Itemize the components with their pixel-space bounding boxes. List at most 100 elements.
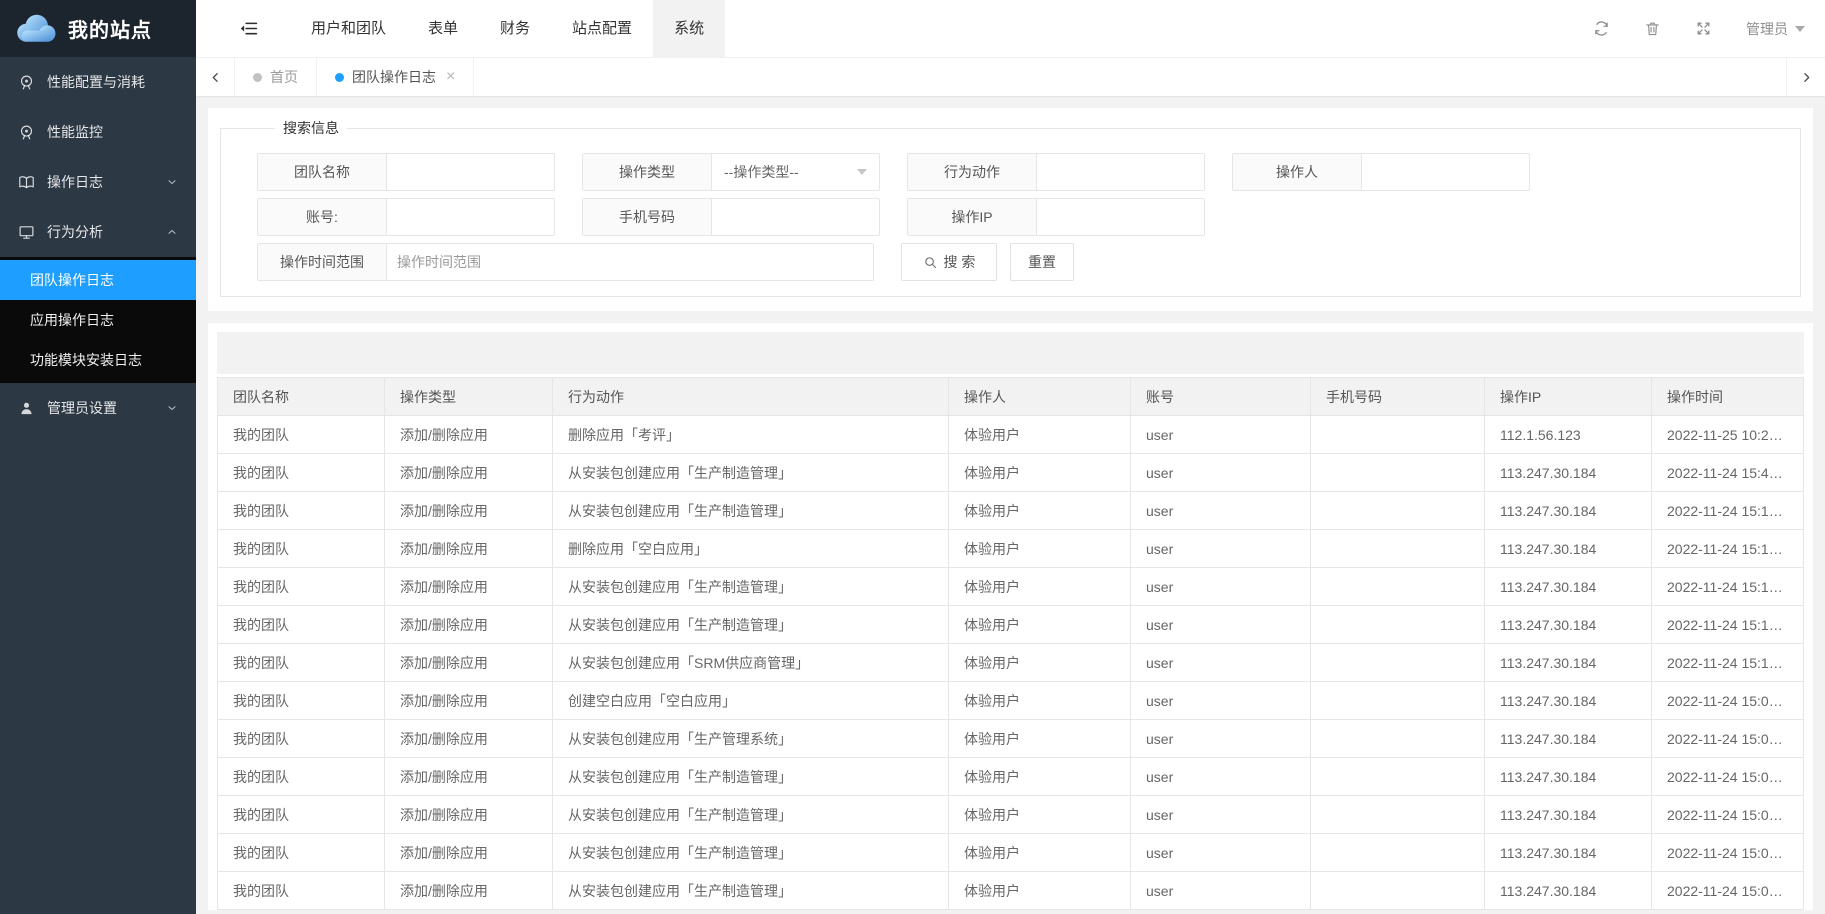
table-cell: 113.247.30.184 <box>1485 796 1652 834</box>
table-row: 我的团队添加/删除应用从安装包创建应用「生产制造管理」体验用户user113.2… <box>218 454 1804 492</box>
column-header: 行为动作 <box>553 378 949 416</box>
table-cell: 从安装包创建应用「生产制造管理」 <box>553 834 949 872</box>
topnav-item-system[interactable]: 系统 <box>653 0 725 57</box>
column-header: 操作时间 <box>1652 378 1804 416</box>
topnav-item-site-config[interactable]: 站点配置 <box>551 0 653 57</box>
table-cell: 113.247.30.184 <box>1485 492 1652 530</box>
table-row: 我的团队添加/删除应用创建空白应用「空白应用」体验用户user113.247.3… <box>218 682 1804 720</box>
chevron-down-icon <box>166 176 178 188</box>
sidebar-item-label: 管理员设置 <box>47 398 117 418</box>
table-cell: 我的团队 <box>218 872 385 910</box>
tab-team-operation-log[interactable]: 团队操作日志× <box>317 58 474 96</box>
account-input[interactable] <box>387 199 554 235</box>
table-cell: 添加/删除应用 <box>385 720 553 758</box>
table-cell: 113.247.30.184 <box>1485 872 1652 910</box>
log-table: 团队名称操作类型行为动作操作人账号手机号码操作IP操作时间 我的团队添加/删除应… <box>217 377 1804 910</box>
table-cell: user <box>1131 454 1311 492</box>
table-cell <box>1311 644 1485 682</box>
table-cell <box>1311 492 1485 530</box>
table-cell: 113.247.30.184 <box>1485 720 1652 758</box>
table-row: 我的团队添加/删除应用从安装包创建应用「生产制造管理」体验用户user113.2… <box>218 492 1804 530</box>
topnav-item-forms[interactable]: 表单 <box>407 0 479 57</box>
tab-close-icon[interactable]: × <box>446 69 455 85</box>
field-label-phone: 手机号码 <box>583 199 712 235</box>
table-cell: 112.1.56.123 <box>1485 416 1652 454</box>
table-cell: 113.247.30.184 <box>1485 454 1652 492</box>
operation-ip-input[interactable] <box>1037 199 1204 235</box>
field-group-account: 账号: <box>257 198 555 236</box>
tabs-scroll-left-icon[interactable] <box>196 58 235 96</box>
main-area: 用户和团队表单财务站点配置系统 <box>196 0 1825 914</box>
field-group-phone: 手机号码 <box>582 198 880 236</box>
table-cell: 添加/删除应用 <box>385 872 553 910</box>
phone-input[interactable] <box>712 199 879 235</box>
table-cell: 2022-11-24 15:09:00 <box>1652 682 1804 720</box>
table-cell: 从安装包创建应用「生产制造管理」 <box>553 568 949 606</box>
sidebar-item-performance-monitor[interactable]: 性能监控 <box>0 107 196 157</box>
team-name-input[interactable] <box>387 154 554 190</box>
sidebar-item-admin-settings[interactable]: 管理员设置 <box>0 383 196 433</box>
table-row: 我的团队添加/删除应用从安装包创建应用「生产制造管理」体验用户user113.2… <box>218 872 1804 910</box>
tab-home[interactable]: 首页 <box>235 58 317 96</box>
table-cell: 删除应用「空白应用」 <box>553 530 949 568</box>
table-cell: 我的团队 <box>218 530 385 568</box>
table-cell: 添加/删除应用 <box>385 644 553 682</box>
field-group-operator: 操作人 <box>1232 153 1530 191</box>
table-cell: 2022-11-24 15:06:34 <box>1652 758 1804 796</box>
search-button[interactable]: 搜 索 <box>901 243 997 281</box>
field-group-operation-ip: 操作IP <box>907 198 1205 236</box>
monitor-icon <box>18 223 36 241</box>
table-cell: 我的团队 <box>218 796 385 834</box>
table-cell: 体验用户 <box>949 872 1131 910</box>
table-cell: 113.247.30.184 <box>1485 758 1652 796</box>
fullscreen-icon[interactable] <box>1695 20 1712 37</box>
field-label-operator: 操作人 <box>1233 154 1362 190</box>
action-input[interactable] <box>1037 154 1204 190</box>
table-cell: 从安装包创建应用「生产制造管理」 <box>553 758 949 796</box>
table-cell: 创建空白应用「空白应用」 <box>553 682 949 720</box>
search-rows: 团队名称操作类型--操作类型--行为动作操作人账号:手机号码操作IP操作时间范围… <box>257 153 1788 281</box>
topnav-item-finance[interactable]: 财务 <box>479 0 551 57</box>
operator-input[interactable] <box>1362 154 1529 190</box>
topnav-item-users-and-teams[interactable]: 用户和团队 <box>290 0 407 57</box>
reset-button[interactable]: 重置 <box>1010 243 1074 281</box>
table-cell: 体验用户 <box>949 454 1131 492</box>
collapse-sidebar-icon[interactable] <box>239 19 258 38</box>
table-cell: 添加/删除应用 <box>385 758 553 796</box>
table-row: 我的团队添加/删除应用从安装包创建应用「生产制造管理」体验用户user113.2… <box>218 834 1804 872</box>
trash-icon[interactable] <box>1644 20 1661 37</box>
sidebar-item-performance-config[interactable]: 性能配置与消耗 <box>0 57 196 107</box>
user-icon <box>18 399 36 417</box>
sidebar-subitem-module-install-log[interactable]: 功能模块安装日志 <box>0 340 196 380</box>
search-fieldset: 搜索信息 团队名称操作类型--操作类型--行为动作操作人账号:手机号码操作IP操… <box>220 118 1801 297</box>
sidebar-subitem-app-operation-log[interactable]: 应用操作日志 <box>0 300 196 340</box>
time-range-input[interactable] <box>387 244 873 280</box>
search-icon <box>923 255 944 270</box>
submenu-behavior-analysis: 团队操作日志应用操作日志功能模块安装日志 <box>0 257 196 383</box>
table-cell: user <box>1131 606 1311 644</box>
user-menu[interactable]: 管理员 <box>1746 19 1805 39</box>
tabs-scroll-right-icon[interactable] <box>1786 58 1825 96</box>
table-cell: 添加/删除应用 <box>385 796 553 834</box>
table-cell: 从安装包创建应用「SRM供应商管理」 <box>553 644 949 682</box>
refresh-icon[interactable] <box>1593 20 1610 37</box>
sidebar-item-behavior-analysis[interactable]: 行为分析 <box>0 207 196 257</box>
sidebar-item-operation-logs[interactable]: 操作日志 <box>0 157 196 207</box>
operation-type-select[interactable]: --操作类型-- <box>712 154 879 190</box>
search-form-row: 账号: 手机号码 操作IP <box>257 198 1788 236</box>
table-cell: 体验用户 <box>949 720 1131 758</box>
sidebar-subitem-team-operation-log[interactable]: 团队操作日志 <box>0 260 196 300</box>
sidebar-item-label: 性能配置与消耗 <box>47 72 145 92</box>
table-cell: 113.247.30.184 <box>1485 834 1652 872</box>
content: 搜索信息 团队名称操作类型--操作类型--行为动作操作人账号:手机号码操作IP操… <box>196 96 1825 914</box>
search-legend: 搜索信息 <box>275 118 347 138</box>
table-toolbar <box>217 332 1804 374</box>
table-row: 我的团队添加/删除应用从安装包创建应用「生产制造管理」体验用户user113.2… <box>218 796 1804 834</box>
user-menu-label: 管理员 <box>1746 19 1788 39</box>
field-label-account: 账号: <box>258 199 387 235</box>
table-cell: user <box>1131 644 1311 682</box>
table-cell <box>1311 682 1485 720</box>
table-cell: user <box>1131 530 1311 568</box>
table-cell: 从安装包创建应用「生产制造管理」 <box>553 492 949 530</box>
table-cell: 我的团队 <box>218 834 385 872</box>
